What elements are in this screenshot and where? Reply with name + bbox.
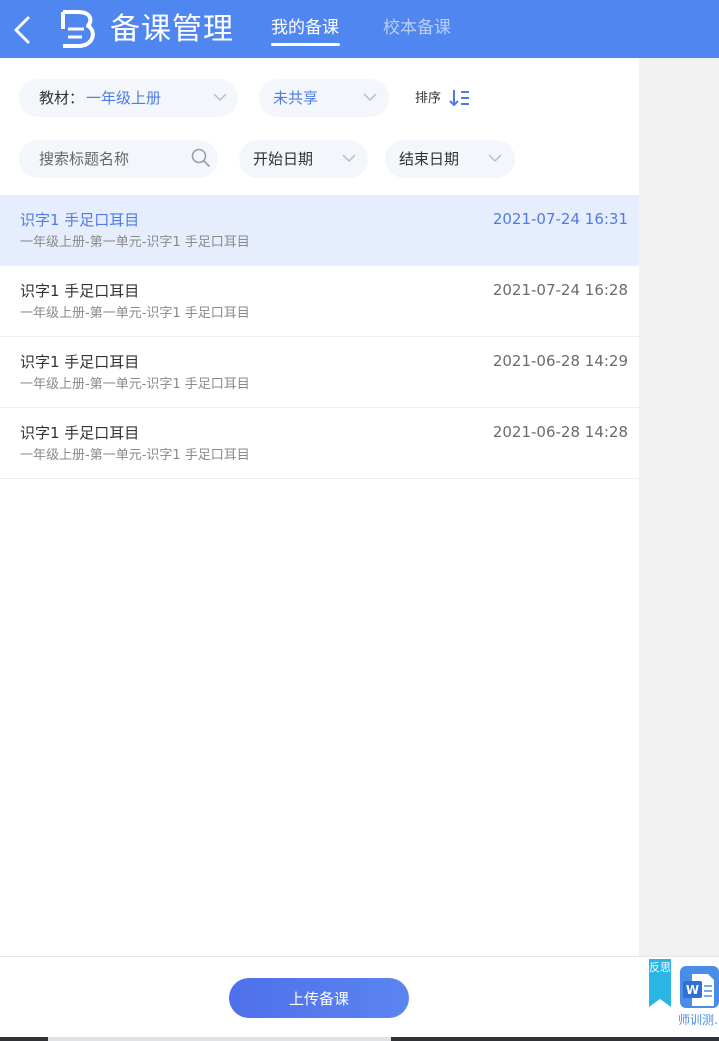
lesson-path: 一年级上册-第一单元-识字1 手足口耳目 <box>20 448 250 463</box>
lesson-title: 识字1 手足口耳目 <box>20 282 140 300</box>
system-bottom-bar <box>0 1037 719 1041</box>
textbook-value: 一年级上册 <box>86 89 162 107</box>
end-date-select[interactable]: 结束日期 <box>385 140 515 178</box>
lesson-path: 一年级上册-第一单元-识字1 手足口耳目 <box>20 306 250 321</box>
sort-icon[interactable] <box>449 88 471 108</box>
back-arrow-icon[interactable] <box>10 15 34 45</box>
search-input[interactable]: 搜索标题名称 <box>19 140 218 178</box>
share-value: 未共享 <box>273 89 319 107</box>
lesson-row[interactable]: 识字1 手足口耳目 一年级上册-第一单元-识字1 手足口耳目 2021-06-2… <box>0 337 639 408</box>
word-document-icon[interactable]: W <box>680 966 719 1008</box>
active-tab-indicator <box>271 43 340 46</box>
app-logo-icon <box>61 10 95 48</box>
lesson-title: 识字1 手足口耳目 <box>20 211 140 229</box>
word-icon-letter: W <box>686 983 699 997</box>
lesson-path: 一年级上册-第一单元-识字1 手足口耳目 <box>20 235 250 250</box>
start-date-select[interactable]: 开始日期 <box>239 140 368 178</box>
header-bar: 备课管理 我的备课 校本备课 <box>0 0 719 58</box>
page-title: 备课管理 <box>110 12 234 47</box>
lesson-date: 2021-06-28 14:29 <box>492 352 628 370</box>
lesson-date: 2021-06-28 14:28 <box>492 423 628 441</box>
lesson-row[interactable]: 识字1 手足口耳目 一年级上册-第一单元-识字1 手足口耳目 2021-07-2… <box>0 266 639 337</box>
chevron-down-icon <box>363 93 377 102</box>
upload-lesson-button[interactable]: 上传备课 <box>229 978 409 1018</box>
tab-my-lessons[interactable]: 我的备课 <box>271 15 339 41</box>
sort-label[interactable]: 排序 <box>415 88 441 110</box>
textbook-label: 教材： <box>39 89 85 107</box>
lesson-title: 识字1 手足口耳目 <box>20 424 140 442</box>
textbook-select[interactable]: 教材： 一年级上册 <box>19 79 238 117</box>
start-date-label: 开始日期 <box>253 150 314 168</box>
lesson-title: 识字1 手足口耳目 <box>20 353 140 371</box>
end-date-label: 结束日期 <box>399 150 460 168</box>
share-select[interactable]: 未共享 <box>259 79 389 117</box>
reflect-label: 反思 <box>649 961 671 974</box>
word-file-label[interactable]: 师训测. <box>678 1012 719 1028</box>
footer-bar: 上传备课 反思 W 师训测. <box>0 956 719 1041</box>
lesson-row[interactable]: 识字1 手足口耳目 一年级上册-第一单元-识字1 手足口耳目 2021-06-2… <box>0 408 639 479</box>
search-icon[interactable] <box>191 148 211 168</box>
tab-school-lessons[interactable]: 校本备课 <box>383 15 451 41</box>
bottom-bar-segment <box>48 1037 391 1041</box>
chevron-down-icon <box>213 93 227 102</box>
lesson-date: 2021-07-24 16:31 <box>492 210 628 228</box>
search-placeholder: 搜索标题名称 <box>39 150 130 168</box>
lesson-date: 2021-07-24 16:28 <box>492 281 628 299</box>
chevron-down-icon <box>342 154 356 163</box>
chevron-down-icon <box>488 154 502 163</box>
lesson-row[interactable]: 识字1 手足口耳目 一年级上册-第一单元-识字1 手足口耳目 2021-07-2… <box>0 195 639 266</box>
lesson-path: 一年级上册-第一单元-识字1 手足口耳目 <box>20 377 250 392</box>
lesson-list: 识字1 手足口耳目 一年级上册-第一单元-识字1 手足口耳目 2021-07-2… <box>0 195 639 479</box>
side-panel <box>639 58 719 956</box>
